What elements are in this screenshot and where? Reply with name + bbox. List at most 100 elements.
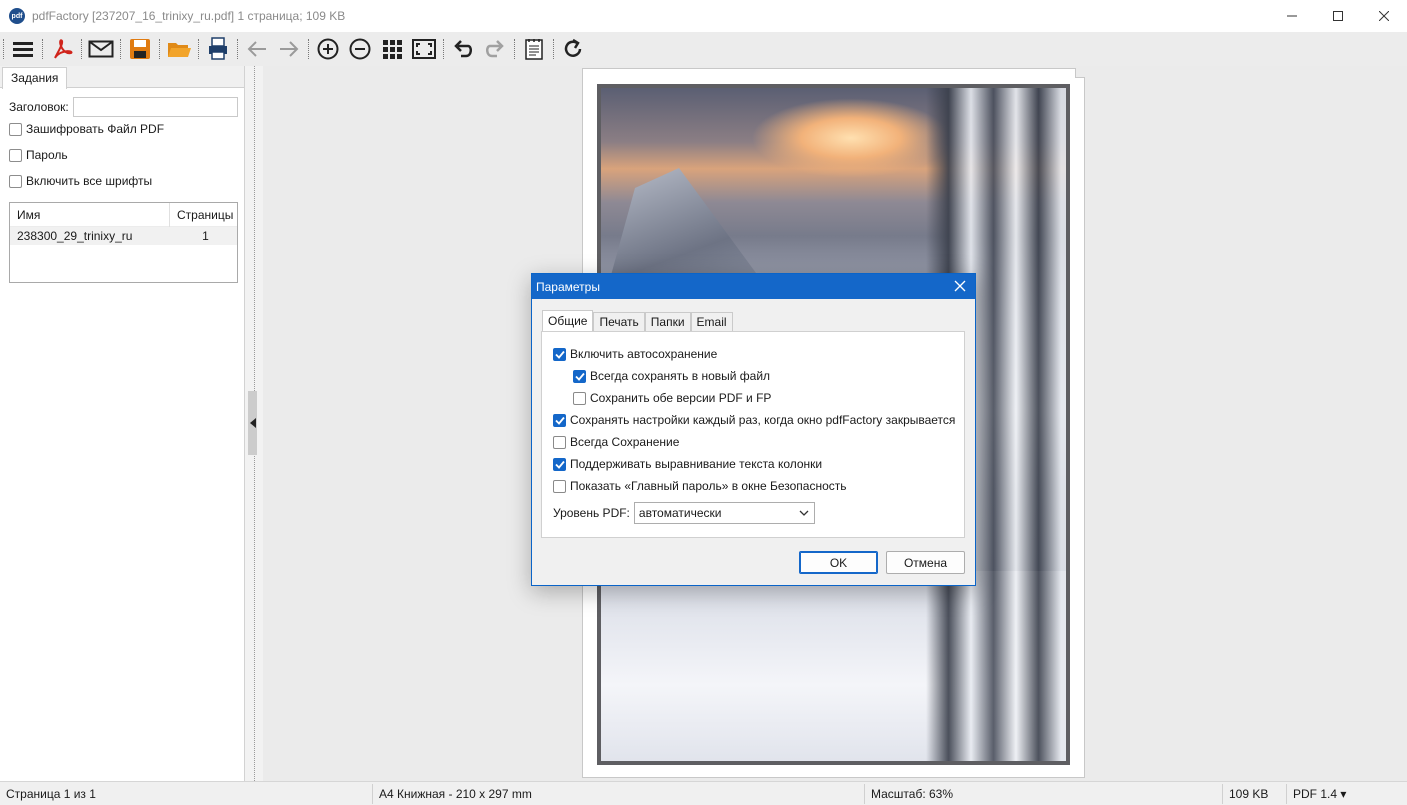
refresh-button[interactable] [557,33,589,65]
tab-print[interactable]: Печать [593,312,645,332]
pdf-level-value: автоматически [638,506,722,520]
panel-splitter[interactable] [245,66,263,781]
password-label: Пароль [26,148,68,162]
jobs-table: Имя Страницы 238300_29_trinixy_ru 1 [9,202,238,283]
menu-icon [13,42,33,57]
dialog-tab-panel: Включить автосохранение Всегда сохранять… [541,331,965,538]
master-password-checkbox[interactable] [553,479,566,493]
toolbar-separator [514,39,515,59]
check-icon [554,460,565,469]
always-new-file-checkbox[interactable] [573,369,586,383]
fit-page-button[interactable] [408,33,440,65]
toolbar-separator [308,39,309,59]
title-input[interactable] [72,97,238,117]
title-label: Заголовок: [9,100,69,114]
collapse-panel-button[interactable] [248,391,257,455]
toolbar-separator [81,39,82,59]
dialog-tabs: Общие Печать Папки Email [542,310,733,332]
password-row[interactable]: Пароль [9,148,68,162]
always-save-checkbox[interactable] [553,435,566,449]
panel-tab-strip: Задания [0,66,244,89]
option-always-save[interactable]: Всегда Сохранение [553,435,679,449]
toolbar-separator [120,39,121,59]
redo-icon [486,40,504,58]
column-header-name[interactable]: Имя [10,202,170,227]
cancel-button[interactable]: Отмена [886,551,965,574]
autosave-checkbox[interactable] [553,347,566,361]
chevron-down-icon [799,510,809,516]
table-row[interactable]: 238300_29_trinixy_ru 1 [10,227,237,245]
check-icon [554,416,565,425]
option-autosave[interactable]: Включить автосохранение [553,347,717,361]
option-always-new-file[interactable]: Всегда сохранять в новый файл [573,369,770,383]
maximize-icon [1333,11,1343,21]
back-button[interactable] [241,33,273,65]
grid-view-button[interactable] [376,33,408,65]
option-label: Всегда Сохранение [570,435,680,449]
column-alignment-checkbox[interactable] [553,457,566,471]
close-window-button[interactable] [1361,0,1407,32]
zoom-out-icon [349,38,371,60]
print-icon [209,37,227,60]
pdf-version-dropdown[interactable]: PDF 1.4 ▾ [1287,782,1346,805]
page-corner [1075,68,1085,78]
option-label: Показать «Главный пароль» в окне Безопас… [570,479,847,493]
option-master-password[interactable]: Показать «Главный пароль» в окне Безопас… [553,479,847,493]
menu-button[interactable] [7,33,39,65]
encrypt-label: Зашифровать Файл PDF [26,122,165,136]
settings-dialog: Параметры Общие Печать Папки Email Включ… [531,273,976,586]
save-both-versions-checkbox[interactable] [573,391,586,405]
tab-jobs[interactable]: Задания [2,67,68,89]
toolbar-separator [42,39,43,59]
close-icon [954,280,966,292]
tab-email[interactable]: Email [690,312,733,332]
notes-button[interactable] [518,33,550,65]
triangle-left-icon [249,418,256,428]
option-label: Всегда сохранять в новый файл [590,369,771,383]
undo-button[interactable] [447,33,479,65]
embed-fonts-label: Включить все шрифты [26,174,153,188]
toolbar [0,32,1407,66]
option-save-settings[interactable]: Сохранять настройки каждый раз, когда ок… [553,413,955,427]
embed-fonts-checkbox[interactable] [9,174,22,188]
redo-button[interactable] [479,33,511,65]
save-settings-checkbox[interactable] [553,413,566,427]
option-save-both-versions[interactable]: Сохранить обе версии PDF и FP [573,391,771,405]
encrypt-row[interactable]: Зашифровать Файл PDF [9,122,164,136]
option-column-alignment[interactable]: Поддерживать выравнивание текста колонки [553,457,822,471]
pdf-button[interactable] [46,33,78,65]
toolbar-separator [159,39,160,59]
zoom-out-button[interactable] [344,33,376,65]
encrypt-checkbox[interactable] [9,122,22,136]
option-label: Поддерживать выравнивание текста колонки [570,457,823,471]
tab-folders[interactable]: Папки [644,312,691,332]
pdf-level-select[interactable]: автоматически [633,502,815,524]
print-button[interactable] [202,33,234,65]
column-header-pages[interactable]: Страницы [170,208,237,222]
app-icon: pdf [9,8,25,24]
pdf-level-label: Уровень PDF: [553,506,630,520]
job-name: 238300_29_trinixy_ru [17,229,133,243]
save-button[interactable] [124,33,156,65]
maximize-button[interactable] [1315,0,1361,32]
minimize-button[interactable] [1269,0,1315,32]
password-checkbox[interactable] [9,148,22,162]
photo-sunset-cloud [751,98,951,178]
dialog-close-button[interactable] [953,279,967,293]
status-zoom: Масштаб: 63% [871,787,954,801]
window-controls [1269,0,1407,32]
dialog-title: Параметры [536,279,600,294]
forward-button[interactable] [273,33,305,65]
email-button[interactable] [85,33,117,65]
zoom-in-icon [317,38,339,60]
jobs-table-header: Имя Страницы [10,202,237,227]
toolbar-separator [198,39,199,59]
zoom-in-button[interactable] [312,33,344,65]
ok-button[interactable]: OK [799,551,878,574]
open-button[interactable] [163,33,195,65]
forward-arrow-icon [280,41,299,57]
option-label: Включить автосохранение [570,347,718,361]
embed-fonts-row[interactable]: Включить все шрифты [9,174,152,188]
tab-general[interactable]: Общие [542,310,594,332]
undo-icon [454,40,472,58]
